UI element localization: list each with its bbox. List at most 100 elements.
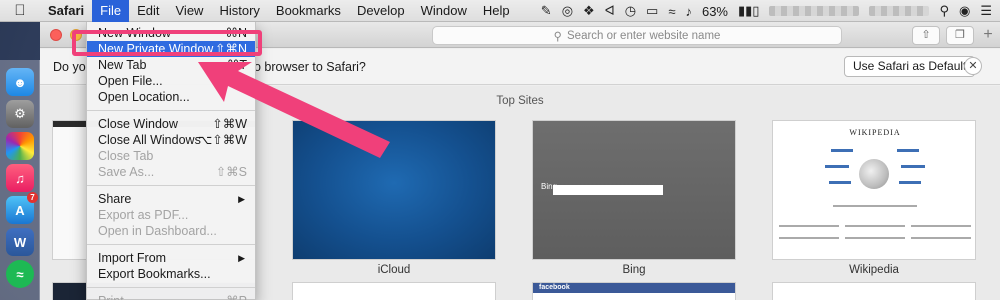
address-bar[interactable]: ⚲ Search or enter website name xyxy=(432,26,842,45)
tile-label-bing: Bing xyxy=(622,264,646,276)
menu-window[interactable]: Window xyxy=(413,0,475,22)
top-site-facebook[interactable]: facebook xyxy=(532,282,736,300)
wiki-text-preview xyxy=(911,225,971,227)
menu-item-label: Open File... xyxy=(98,74,163,88)
dropbox-icon[interactable]: ❖ xyxy=(583,3,595,19)
top-site-bing[interactable]: Bing xyxy=(532,120,736,260)
menu-safari[interactable]: Safari xyxy=(40,0,92,22)
menu-item-import-from[interactable]: Import From ▶ xyxy=(87,250,255,266)
menu-item-label: Import From xyxy=(98,251,167,265)
banner-text-end: o browser to Safari? xyxy=(254,60,366,74)
wiki-text-preview xyxy=(911,237,971,239)
menu-item-shortcut: ⌘O xyxy=(224,74,247,88)
banner-text-start: Do yo xyxy=(53,60,86,74)
top-site-tile[interactable] xyxy=(772,282,976,300)
menu-item-print: Print... ⌘P xyxy=(87,293,255,300)
close-banner-button[interactable]: ✕ xyxy=(964,57,982,75)
menu-bookmarks[interactable]: Bookmarks xyxy=(268,0,349,22)
wiki-search-preview xyxy=(833,205,917,207)
airplay-icon[interactable]: ▭ xyxy=(646,3,658,19)
wifi-icon[interactable]: ≈ xyxy=(668,4,675,19)
user-avatar-icon[interactable]: ◉ xyxy=(959,3,970,19)
system-preferences-icon[interactable]: ⚙ xyxy=(6,100,34,128)
battery-percent: 63% xyxy=(701,3,728,19)
use-safari-default-button[interactable]: Use Safari as Default xyxy=(844,56,976,77)
word-icon[interactable]: W xyxy=(6,228,34,256)
menu-help[interactable]: Help xyxy=(475,0,518,22)
top-site-icloud[interactable] xyxy=(292,120,496,260)
menu-item-open-file[interactable]: Open File... ⌘O xyxy=(87,73,255,89)
bing-search-preview xyxy=(553,185,663,195)
sync-icon[interactable]: ◎ xyxy=(562,3,573,19)
finder-icon[interactable]: ☻ xyxy=(6,68,34,96)
annotation-highlight-box xyxy=(72,30,262,56)
wiki-link-preview xyxy=(897,149,919,152)
menu-item-shortcut: ⇧⌘W xyxy=(212,117,247,131)
menu-item-label: New Tab xyxy=(98,58,147,72)
app-store-icon[interactable]: A7 xyxy=(6,192,38,224)
spotlight-icon[interactable]: ⚲ xyxy=(939,3,949,19)
battery-icon[interactable]: ▮▮▯ xyxy=(738,3,759,19)
status-area: ✎ ◎ ❖ ᐊ ◷ ▭ ≈ ♪ 63% ▮▮▯ ⚲ ◉ ☰ xyxy=(541,0,1000,22)
spotify-icon[interactable]: ≈ xyxy=(6,260,34,288)
wiki-link-preview xyxy=(901,165,925,168)
tile-label-wikipedia: Wikipedia xyxy=(849,264,899,276)
menu-item-label: Save As... xyxy=(98,165,155,179)
menu-item-close-tab: Close Tab xyxy=(87,148,255,164)
menu-file[interactable]: File xyxy=(92,0,130,22)
share-button[interactable]: ⇧ xyxy=(912,26,940,45)
wiki-text-preview xyxy=(845,225,905,227)
submenu-arrow-icon: ▶ xyxy=(238,253,245,263)
wiki-link-preview xyxy=(831,149,853,152)
close-window-button[interactable] xyxy=(50,29,62,41)
close-icon: ✕ xyxy=(968,60,978,72)
wiki-text-preview xyxy=(779,225,839,227)
wiki-text-preview xyxy=(779,237,839,239)
menu-history[interactable]: History xyxy=(211,0,267,22)
notification-center-icon[interactable]: ☰ xyxy=(980,3,992,19)
menu-item-label: Close Window xyxy=(98,117,178,131)
wiki-link-preview xyxy=(825,165,849,168)
search-icon: ⚲ xyxy=(553,30,562,43)
submenu-arrow-icon: ▶ xyxy=(238,194,245,204)
show-tabs-button[interactable]: ❐ xyxy=(946,26,974,45)
menu-separator xyxy=(87,244,255,245)
timemachine-icon[interactable]: ◷ xyxy=(625,3,636,19)
facebook-header: facebook xyxy=(533,283,735,293)
notification-badge: 7 xyxy=(27,192,38,203)
tabs-icon: ❐ xyxy=(955,29,965,41)
bluetooth-icon[interactable]: ᐊ xyxy=(605,3,615,19)
menu-item-new-tab[interactable]: New Tab ⌘T xyxy=(87,57,255,73)
menu-item-share[interactable]: Share ▶ xyxy=(87,191,255,207)
pen-icon[interactable]: ✎ xyxy=(541,3,552,19)
menu-item-shortcut: ⇧⌘S xyxy=(215,165,247,179)
plus-icon: + xyxy=(983,26,993,43)
photos-icon[interactable] xyxy=(6,132,34,160)
menu-item-save-as: Save As... ⇧⌘S xyxy=(87,164,255,180)
new-tab-button[interactable]: + xyxy=(980,26,996,45)
menu-item-label: Export Bookmarks... xyxy=(98,267,211,281)
menu-bar:  Safari File Edit View History Bookmark… xyxy=(0,0,1000,22)
apple-icon[interactable]:  xyxy=(0,2,40,19)
menu-item-shortcut: ⌘P xyxy=(226,293,247,300)
menu-edit[interactable]: Edit xyxy=(129,0,167,22)
menu-item-label: Print... xyxy=(98,294,134,300)
menu-item-label: Close Tab xyxy=(98,149,154,163)
menu-item-export-bookmarks[interactable]: Export Bookmarks... xyxy=(87,266,255,282)
volume-icon[interactable]: ♪ xyxy=(685,4,692,19)
menu-view[interactable]: View xyxy=(168,0,212,22)
tile-label-icloud: iCloud xyxy=(377,264,411,276)
menu-item-close-window[interactable]: Close Window ⇧⌘W xyxy=(87,116,255,132)
menu-develop[interactable]: Develop xyxy=(349,0,413,22)
menu-item-label: Open Location... xyxy=(98,90,190,104)
file-menu-dropdown: New Window ⌘N New Private Window ⇧⌘N New Tab… xyxy=(86,22,256,300)
menu-item-open-location[interactable]: Open Location... xyxy=(87,89,255,105)
menu-separator xyxy=(87,185,255,186)
itunes-icon[interactable]: ♫ xyxy=(6,164,34,192)
blurred-status-item xyxy=(769,6,860,16)
menu-item-close-all-windows[interactable]: Close All Windows ⌥⇧⌘W xyxy=(87,132,255,148)
top-site-wikipedia[interactable]: WIKIPEDIA xyxy=(772,120,976,260)
wikipedia-logo-text: WIKIPEDIA xyxy=(849,128,901,137)
top-site-tile[interactable] xyxy=(292,282,496,300)
menu-item-shortcut: ⌥⇧⌘W xyxy=(197,133,247,147)
